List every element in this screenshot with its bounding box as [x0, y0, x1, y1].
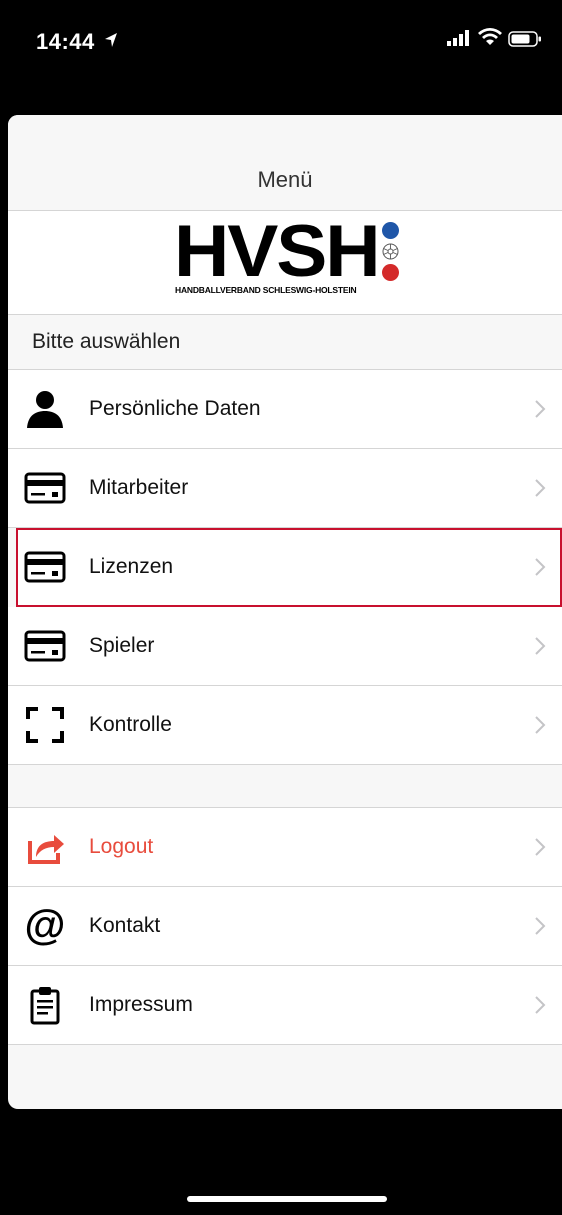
menu-item-label: Spieler	[89, 634, 155, 657]
wifi-icon	[478, 28, 502, 45]
section-spacer	[8, 765, 562, 808]
menu-item-label: Persönliche Daten	[89, 397, 261, 420]
menu-item-label: Kontakt	[89, 914, 161, 937]
nav-bar: Menü	[8, 115, 562, 211]
chevron-right-icon	[535, 558, 546, 576]
menu-item-kontakt[interactable]: @ Kontakt	[8, 887, 562, 966]
page-title: Menü	[257, 167, 313, 192]
logo-ball-white	[382, 243, 399, 260]
home-indicator[interactable]	[187, 1196, 387, 1202]
menu-sheet: Menü HVSH HANDBALLVERBAND SCHLESWIG-HOLS…	[8, 115, 562, 1109]
menu-item-logout[interactable]: Logout	[8, 808, 562, 887]
chevron-right-icon	[535, 479, 546, 497]
hvsh-logo: HVSH HANDBALLVERBAND SCHLESWIG-HOLSTEIN	[8, 211, 562, 315]
menu-item-label: Mitarbeiter	[89, 476, 189, 499]
logo-ball-blue	[382, 222, 399, 239]
chevron-right-icon	[535, 716, 546, 734]
person-icon	[27, 391, 63, 428]
section-header-label: Bitte auswählen	[32, 330, 181, 353]
menu-item-spieler[interactable]: Spieler	[8, 607, 562, 686]
clipboard-icon	[30, 987, 60, 1025]
card-icon	[24, 551, 66, 583]
menu-item-label: Logout	[89, 835, 154, 858]
location-arrow-icon	[105, 33, 117, 47]
menu-item-mitarbeiter[interactable]: Mitarbeiter	[8, 449, 562, 528]
logo-wordmark: HVSH	[174, 211, 381, 292]
chevron-right-icon	[535, 637, 546, 655]
card-icon	[24, 472, 66, 504]
at-icon: @	[25, 906, 66, 946]
share-out-icon	[28, 835, 64, 864]
menu-item-impressum[interactable]: Impressum	[8, 966, 562, 1045]
menu-item-label: Lizenzen	[89, 555, 174, 578]
section-header: Bitte auswählen	[8, 315, 562, 370]
chevron-right-icon	[535, 400, 546, 418]
card-icon	[24, 630, 66, 662]
menu-item-kontrolle[interactable]: Kontrolle	[8, 686, 562, 765]
svg-text:@: @	[25, 906, 66, 946]
logo-subtitle: HANDBALLVERBAND SCHLESWIG-HOLSTEIN	[175, 285, 357, 295]
menu-item-lizenzen[interactable]: Lizenzen	[16, 528, 562, 607]
chevron-right-icon	[535, 996, 546, 1014]
menu-item-personal-data[interactable]: Persönliche Daten	[8, 370, 562, 449]
cellular-signal-icon	[447, 30, 469, 46]
menu-item-label: Kontrolle	[89, 713, 172, 736]
status-time: 14:44	[36, 29, 95, 54]
chevron-right-icon	[535, 917, 546, 935]
scan-frame-icon	[26, 707, 64, 743]
chevron-right-icon	[535, 838, 546, 856]
status-bar: 14:44	[0, 0, 562, 115]
logo-ball-red	[382, 264, 399, 281]
battery-icon	[508, 31, 541, 47]
menu-item-label: Impressum	[89, 993, 193, 1016]
